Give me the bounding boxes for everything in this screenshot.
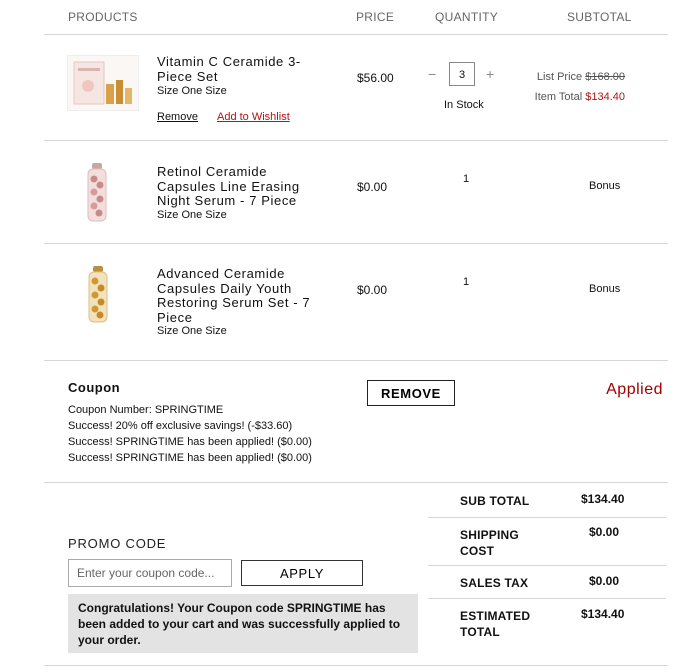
- list-price: List Price $168.00: [537, 71, 625, 83]
- add-to-wishlist-link[interactable]: Add to Wishlist: [217, 111, 290, 123]
- shipping-cost-label: SHIPPING COST: [460, 528, 519, 558]
- divider: [44, 360, 668, 361]
- sub-total-label: SUB TOTAL: [460, 494, 530, 508]
- estimated-total-value: $134.40: [581, 607, 625, 621]
- divider: [44, 140, 668, 141]
- list-price-value: $168.00: [585, 71, 625, 83]
- sales-tax-value: $0.00: [589, 574, 620, 588]
- item-total-value: $134.40: [585, 91, 625, 103]
- product-name[interactable]: Advanced Ceramide Capsules Daily Youth R…: [157, 266, 322, 325]
- sub-total-value: $134.40: [581, 492, 625, 506]
- product-quantity: 1: [463, 173, 470, 185]
- header-subtotal: SUBTOTAL: [567, 10, 632, 24]
- divider: [44, 482, 668, 483]
- bonus-label: Bonus: [589, 283, 621, 295]
- product-size: Size One Size: [157, 325, 227, 337]
- sales-tax-label: SALES TAX: [460, 576, 529, 590]
- success-message: Congratulations! Your Coupon code SPRING…: [68, 594, 418, 653]
- header-price: PRICE: [356, 10, 395, 24]
- shipping-cost-value: $0.00: [589, 525, 620, 539]
- product-size: Size One Size: [157, 85, 227, 97]
- header-quantity: QUANTITY: [435, 10, 499, 24]
- coupon-message: Success! 20% off exclusive savings! (-$3…: [68, 420, 293, 432]
- divider: [44, 243, 668, 244]
- divider: [44, 34, 668, 35]
- divider: [428, 517, 666, 518]
- coupon-code-input[interactable]: [68, 559, 232, 587]
- coupon-message: Success! SPRINGTIME has been applied! ($…: [68, 436, 312, 448]
- bonus-label: Bonus: [589, 180, 621, 192]
- increase-quantity-button[interactable]: +: [486, 66, 494, 82]
- product-name[interactable]: Vitamin C Ceramide 3-Piece Set: [157, 54, 322, 84]
- list-price-label: List Price: [536, 71, 583, 83]
- remove-coupon-button[interactable]: REMOVE: [367, 380, 455, 406]
- remove-link[interactable]: Remove: [157, 111, 198, 123]
- estimated-total-label: ESTIMATED TOTAL: [460, 609, 531, 639]
- coupon-status: Applied: [606, 381, 663, 398]
- stock-status: In Stock: [444, 99, 484, 111]
- item-total-label: Item Total: [534, 91, 583, 103]
- item-total: Item Total $134.40: [535, 91, 625, 103]
- divider: [44, 665, 668, 666]
- advanced-capsules-product-image[interactable]: [86, 266, 110, 324]
- product-name[interactable]: Retinol Ceramide Capsules Line Erasing N…: [157, 164, 322, 209]
- retinol-capsules-product-image[interactable]: [84, 163, 110, 223]
- coupon-number: Coupon Number: SPRINGTIME: [68, 404, 224, 416]
- divider: [428, 565, 666, 566]
- coupon-message: Success! SPRINGTIME has been applied! ($…: [68, 452, 312, 464]
- quantity-input[interactable]: 3: [449, 62, 475, 86]
- apply-button[interactable]: APPLY: [241, 560, 363, 586]
- product-price: $56.00: [357, 71, 394, 85]
- product-price: $0.00: [357, 180, 388, 194]
- product-price: $0.00: [357, 283, 388, 297]
- divider: [428, 598, 666, 599]
- decrease-quantity-button[interactable]: −: [428, 66, 436, 82]
- product-size: Size One Size: [157, 209, 227, 221]
- promo-code-title: PROMO CODE: [68, 536, 167, 551]
- coupon-messages: Coupon Number: SPRINGTIME Success! 20% o…: [68, 402, 312, 466]
- product-quantity: 1: [463, 276, 470, 288]
- vitamin-c-set-product-image[interactable]: [67, 55, 139, 111]
- header-products: PRODUCTS: [68, 10, 138, 24]
- coupon-title: Coupon: [68, 380, 121, 395]
